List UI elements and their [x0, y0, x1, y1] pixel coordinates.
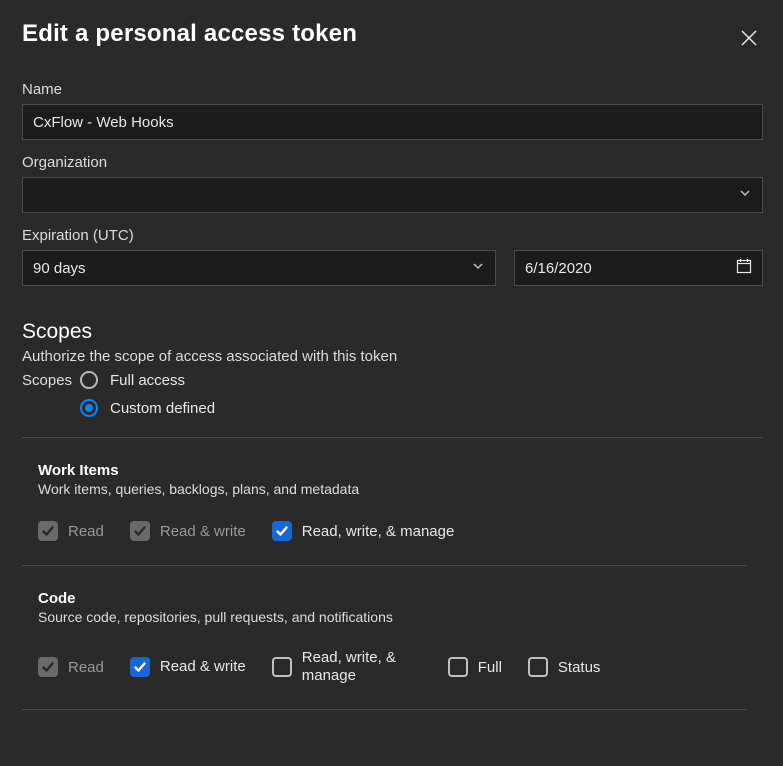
permission-row: Read Read & write Read, write, & manage — [38, 521, 739, 541]
organization-label: Organization — [22, 154, 763, 171]
scope-option-full[interactable]: Full access — [80, 371, 185, 389]
permission-checkbox[interactable]: Status — [528, 657, 601, 677]
header: Edit a personal access token — [22, 20, 763, 55]
scope-group-desc: Work items, queries, backlogs, plans, an… — [38, 481, 739, 497]
scope-group-name: Work Items — [38, 462, 739, 479]
permission-checkbox[interactable]: Read & write — [130, 657, 246, 677]
permission-checkbox[interactable]: Read, write, & manage — [272, 649, 422, 685]
organization-select[interactable] — [22, 177, 763, 213]
permission-checkbox[interactable]: Read — [38, 521, 104, 541]
edit-token-panel: Edit a personal access token Name Organi… — [0, 0, 783, 766]
calendar-icon — [736, 258, 752, 278]
checkbox-icon — [448, 657, 468, 677]
scopes-subtitle: Authorize the scope of access associated… — [22, 348, 763, 365]
scope-option-full-label: Full access — [110, 372, 185, 389]
expiration-date-value: 6/16/2020 — [525, 260, 592, 277]
checkbox-icon — [38, 657, 58, 677]
chevron-down-icon — [471, 259, 485, 277]
permission-label: Read, write, & manage — [302, 649, 422, 685]
organization-field-group: Organization — [22, 154, 763, 213]
name-input[interactable] — [22, 104, 763, 140]
checkbox-icon — [130, 657, 150, 677]
checkbox-icon — [130, 521, 150, 541]
permission-label: Status — [558, 659, 601, 676]
permission-checkbox[interactable]: Read & write — [130, 521, 246, 541]
permission-checkbox[interactable]: Read — [38, 657, 104, 677]
permission-label: Read & write — [160, 523, 246, 540]
scope-group-desc: Source code, repositories, pull requests… — [38, 609, 739, 625]
close-button[interactable] — [735, 24, 763, 55]
scope-group: Code Source code, repositories, pull requ… — [22, 566, 747, 710]
expiration-field-group: Expiration (UTC) 90 days 6/16/2020 — [22, 227, 763, 286]
permission-label: Read, write, & manage — [302, 523, 455, 540]
radio-icon — [80, 371, 98, 389]
scopes-title: Scopes — [22, 320, 763, 344]
page-title: Edit a personal access token — [22, 20, 357, 48]
expiration-label: Expiration (UTC) — [22, 227, 763, 244]
permission-label: Full — [478, 659, 502, 676]
scopes-inline-label: Scopes — [22, 372, 80, 389]
permission-label: Read — [68, 523, 104, 540]
permission-checkbox[interactable]: Full — [448, 657, 502, 677]
scope-option-custom[interactable]: Custom defined — [80, 399, 215, 417]
permission-checkbox[interactable]: Read, write, & manage — [272, 521, 455, 541]
scope-group: Work Items Work items, queries, backlogs,… — [22, 438, 747, 566]
permission-row: Read Read & write Read, write, & manage Ful… — [38, 649, 739, 685]
name-label: Name — [22, 81, 763, 98]
permission-label: Read & write — [160, 658, 246, 676]
expiration-duration-select[interactable]: 90 days — [22, 250, 496, 286]
scope-group-name: Code — [38, 590, 739, 607]
chevron-down-icon — [738, 186, 752, 204]
name-field-group: Name — [22, 81, 763, 140]
checkbox-icon — [272, 657, 292, 677]
scope-option-custom-label: Custom defined — [110, 400, 215, 417]
close-icon — [739, 28, 759, 48]
radio-icon — [80, 399, 98, 417]
checkbox-icon — [38, 521, 58, 541]
expiration-date-input[interactable]: 6/16/2020 — [514, 250, 763, 286]
expiration-duration-value: 90 days — [33, 260, 86, 277]
permission-label: Read — [68, 659, 104, 676]
scope-list[interactable]: Work Items Work items, queries, backlogs,… — [22, 437, 763, 745]
checkbox-icon — [528, 657, 548, 677]
checkbox-icon — [272, 521, 292, 541]
